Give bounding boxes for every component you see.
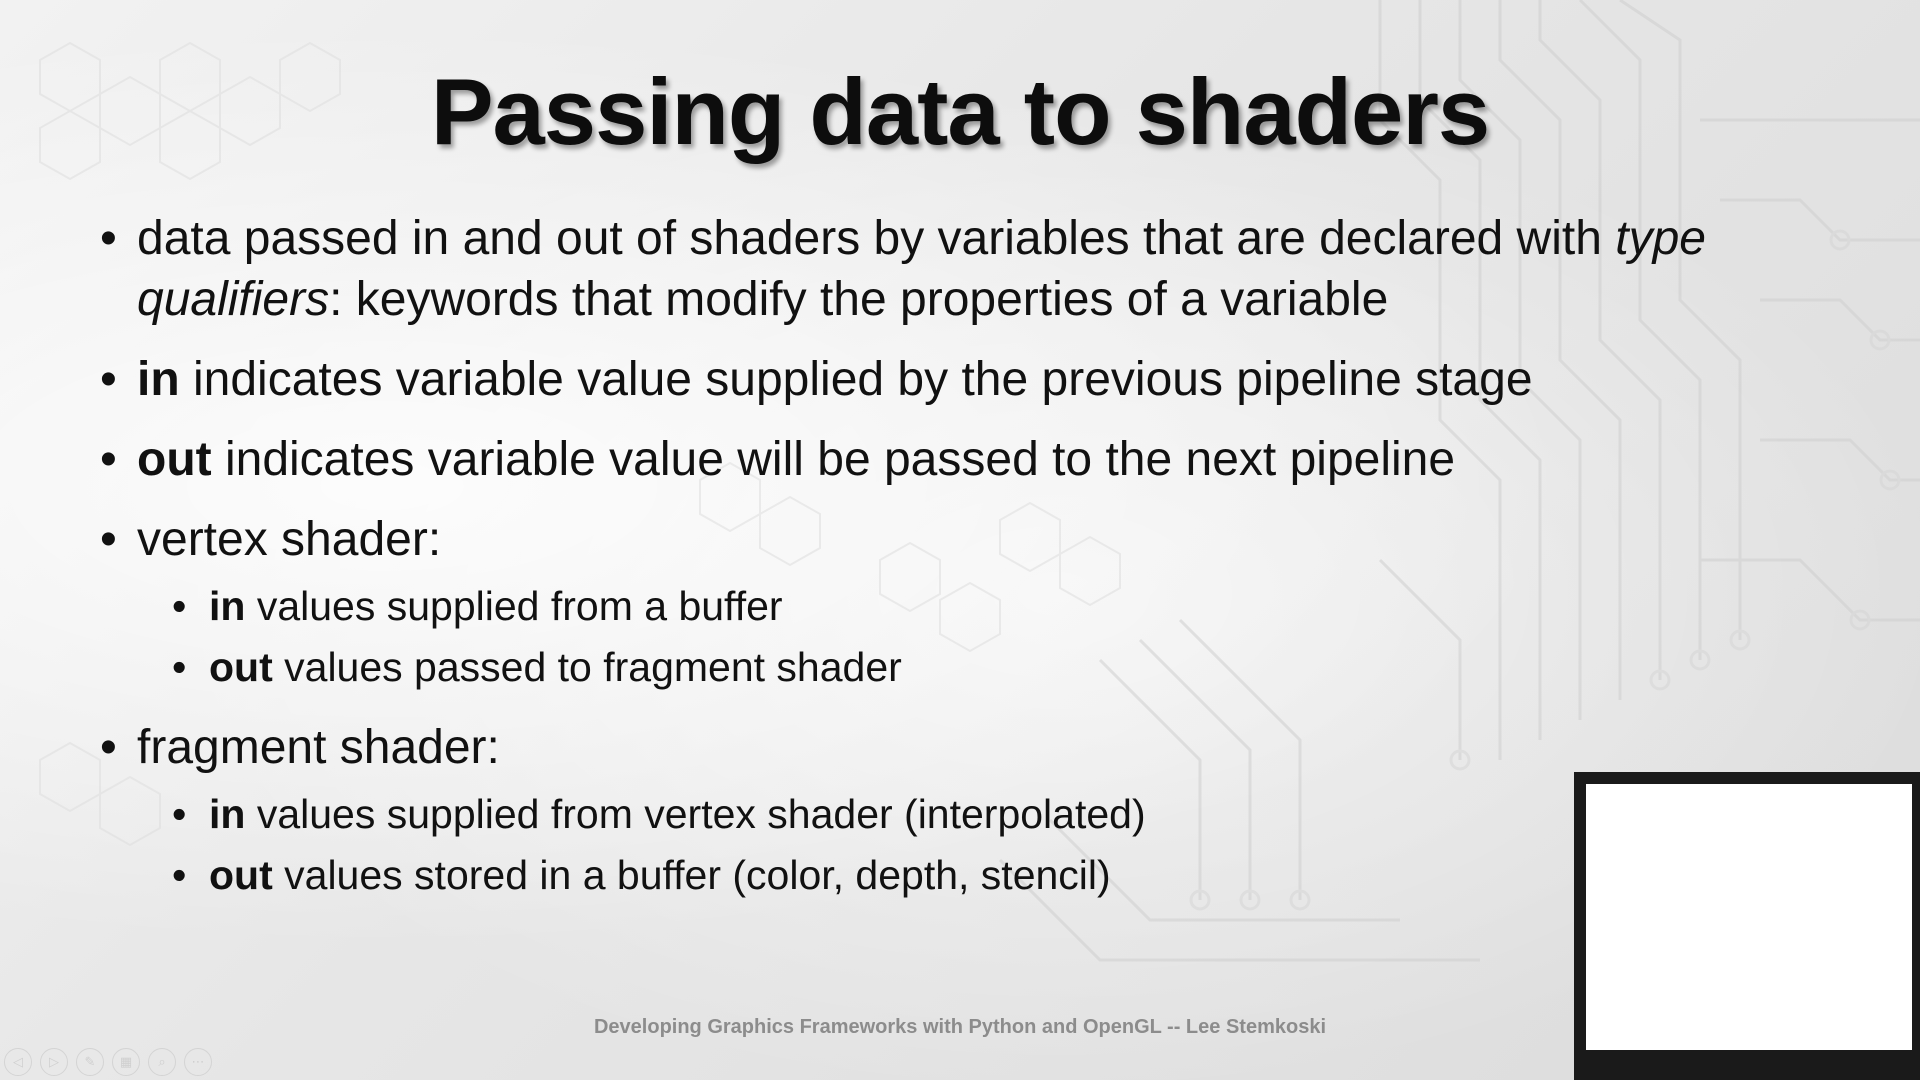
sub-bullet-vertex-out: out values passed to fragment shader: [172, 637, 1740, 698]
previous-icon[interactable]: ◁: [4, 1048, 32, 1076]
bullet-text: : keywords that modify the properties of…: [329, 273, 1389, 326]
bullet-in-qualifier: in indicates variable value supplied by …: [100, 349, 1740, 410]
presentation-controls: ◁ ▷ ✎ ▦ ⌕ ⋯: [4, 1048, 212, 1076]
bullet-text: fragment shader:: [137, 721, 500, 774]
zoom-icon[interactable]: ⌕: [148, 1048, 176, 1076]
bullet-text: vertex shader:: [137, 513, 442, 566]
pen-icon[interactable]: ✎: [76, 1048, 104, 1076]
webcam-screen: [1586, 784, 1912, 1050]
slides-icon[interactable]: ▦: [112, 1048, 140, 1076]
sub-bullet-text: values passed to fragment shader: [272, 644, 902, 690]
bullet-list: data passed in and out of shaders by var…: [100, 208, 1740, 925]
keyword-in: in: [209, 583, 246, 629]
bullet-text: data passed in and out of shaders by var…: [137, 212, 1616, 265]
webcam-overlay: [1574, 772, 1920, 1080]
keyword-out: out: [209, 852, 273, 898]
bullet-text: indicates variable value supplied by the…: [179, 353, 1533, 406]
keyword-out: out: [137, 433, 212, 486]
bullet-fragment-shader: fragment shader:: [100, 717, 1740, 778]
keyword-out: out: [209, 644, 273, 690]
next-icon[interactable]: ▷: [40, 1048, 68, 1076]
keyword-in: in: [137, 353, 180, 406]
bullet-vertex-shader: vertex shader:: [100, 509, 1740, 570]
sub-bullet-text: values supplied from vertex shader (inte…: [245, 791, 1146, 837]
bullet-type-qualifiers: data passed in and out of shaders by var…: [100, 208, 1740, 330]
keyword-in: in: [209, 791, 246, 837]
more-icon[interactable]: ⋯: [184, 1048, 212, 1076]
sub-bullet-fragment-out: out values stored in a buffer (color, de…: [172, 845, 1740, 906]
sub-bullet-fragment-in: in values supplied from vertex shader (i…: [172, 784, 1740, 845]
bullet-out-qualifier: out indicates variable value will be pas…: [100, 429, 1740, 490]
sub-bullet-text: values stored in a buffer (color, depth,…: [272, 852, 1111, 898]
sub-bullet-vertex-in: in values supplied from a buffer: [172, 576, 1740, 637]
bullet-text: indicates variable value will be passed …: [211, 433, 1456, 486]
slide: Passing data to shaders data passed in a…: [0, 0, 1920, 1080]
slide-title: Passing data to shaders: [430, 59, 1490, 164]
sub-bullet-text: values supplied from a buffer: [245, 583, 783, 629]
